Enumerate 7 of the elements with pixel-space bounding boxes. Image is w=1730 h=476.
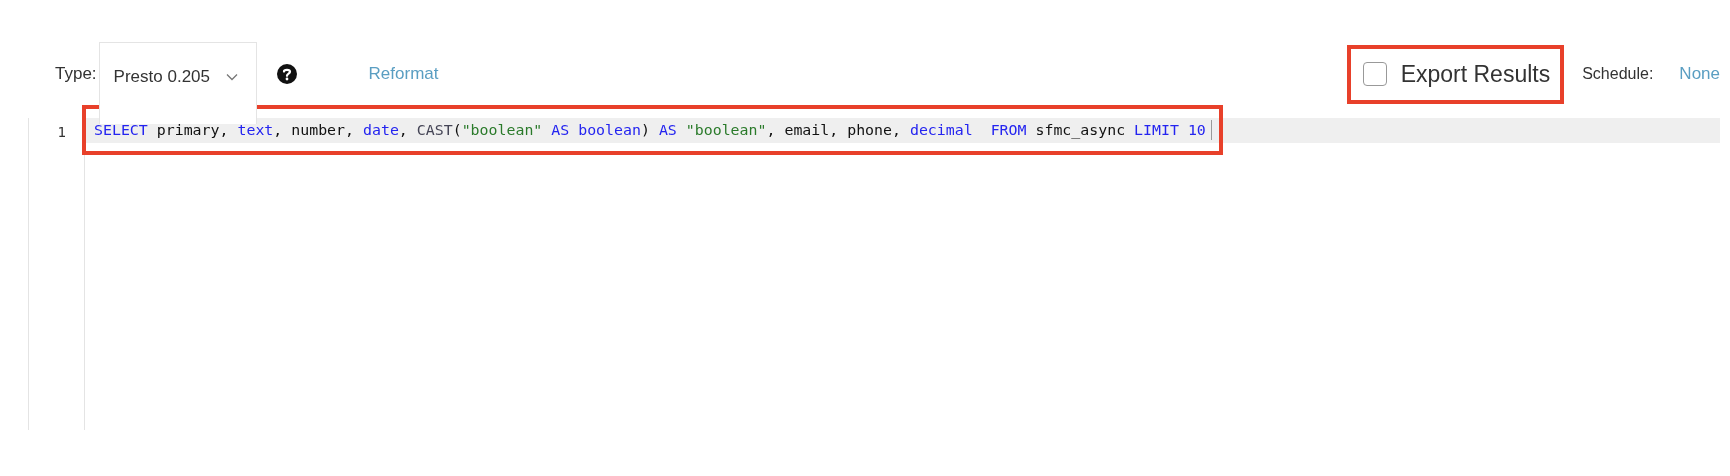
type-dropdown[interactable]: Presto 0.205 (98, 42, 257, 124)
line-number: 1 (56, 123, 67, 142)
caret-icon (226, 72, 238, 81)
type-label: Type: (55, 64, 97, 84)
help-icon[interactable] (276, 64, 297, 84)
schedule-label: Schedule: (1582, 65, 1654, 83)
export-results-checkbox[interactable]: Export Results (1346, 44, 1565, 104)
